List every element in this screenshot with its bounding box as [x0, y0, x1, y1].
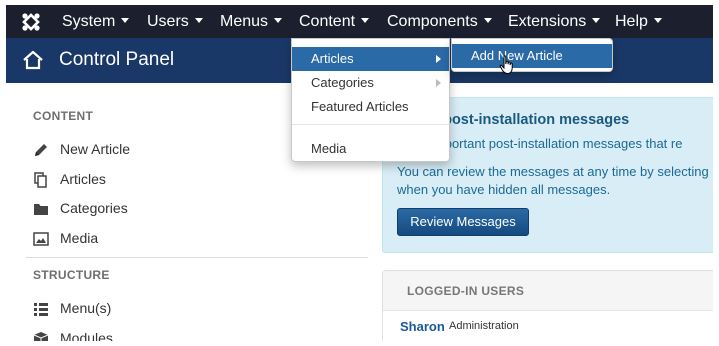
menu-divider	[292, 124, 449, 125]
content-dropdown-menu: Articles Categories Featured Articles Me…	[291, 38, 450, 162]
caret-down-icon	[592, 18, 601, 23]
hand-cursor-icon	[499, 55, 513, 75]
joomla-logo-icon[interactable]	[21, 12, 41, 32]
pencil-icon	[35, 144, 47, 156]
nav-content[interactable]: Content	[290, 5, 379, 38]
panel-header: LOGGED-IN USERS	[383, 271, 713, 311]
caret-down-icon	[653, 18, 662, 23]
caret-down-icon	[194, 18, 203, 23]
menu-item-articles[interactable]: Articles	[292, 47, 449, 71]
list-icon	[34, 303, 48, 316]
nav-menus[interactable]: Menus	[211, 5, 291, 38]
nav-extensions[interactable]: Extensions	[499, 5, 609, 38]
folder-icon	[34, 204, 48, 215]
nav-label: Menus	[220, 13, 269, 30]
alert-title: e post-installation messages	[431, 112, 630, 128]
logged-in-users-panel: LOGGED-IN USERS Sharon Administration	[382, 270, 713, 341]
nav-label: Users	[147, 13, 189, 30]
user-role: Administration	[449, 320, 519, 332]
copy-icon	[34, 172, 47, 188]
nav-label: Extensions	[508, 13, 587, 30]
nav-components[interactable]: Components	[378, 5, 501, 38]
caret-right-icon	[436, 79, 441, 87]
sidebar-divider	[26, 257, 368, 258]
menu-item-label: Featured Articles	[311, 99, 409, 114]
caret-down-icon	[274, 18, 283, 23]
panel-title: LOGGED-IN USERS	[407, 284, 525, 298]
structure-heading: STRUCTURE	[33, 268, 110, 282]
home-icon	[23, 50, 43, 70]
caret-down-icon	[121, 18, 130, 23]
menu-item-media[interactable]: Media	[292, 137, 449, 161]
caret-down-icon	[483, 18, 492, 23]
nav-help[interactable]: Help	[606, 5, 671, 38]
top-navbar: System Users Menus Content Components Ex…	[6, 5, 713, 38]
nav-label: Help	[615, 13, 648, 30]
sidebar-item-label: Menu(s)	[60, 300, 112, 316]
alert-text: when you have hidden all messages.	[397, 182, 611, 197]
nav-system[interactable]: System	[53, 5, 138, 38]
cube-icon	[33, 332, 49, 341]
menu-item-label: Media	[311, 141, 347, 156]
sidebar-item-label: Modules	[60, 330, 113, 341]
menu-item-featured-articles[interactable]: Featured Articles	[292, 95, 449, 119]
menu-item-add-new-article[interactable]: Add New Article	[452, 44, 612, 68]
app-window: System Users Menus Content Components Ex…	[6, 5, 713, 341]
picture-icon	[33, 232, 49, 246]
caret-down-icon	[361, 18, 370, 23]
caret-right-icon	[436, 55, 441, 63]
content-heading: CONTENT	[33, 109, 94, 123]
review-messages-button[interactable]: Review Messages	[397, 208, 529, 236]
sidebar-item-label: Articles	[60, 171, 106, 187]
alert-text: You can review the messages at any time …	[397, 164, 709, 179]
nav-label: Content	[299, 13, 356, 30]
menu-item-label: Add New Article	[471, 48, 563, 63]
sidebar-item-label: New Article	[60, 141, 131, 157]
articles-submenu: Add New Article	[451, 38, 613, 72]
page-title: Control Panel	[59, 49, 175, 70]
sidebar-item-label: Media	[60, 230, 99, 246]
nav-label: System	[62, 13, 116, 30]
alert-text: important post-installation messages tha…	[431, 136, 683, 151]
menu-item-label: Categories	[311, 75, 374, 90]
user-name-link[interactable]: Sharon	[400, 319, 445, 334]
sidebar-item-label: Categories	[60, 200, 128, 216]
nav-label: Components	[387, 13, 478, 30]
menu-item-label: Articles	[311, 51, 354, 66]
menu-item-categories[interactable]: Categories	[292, 71, 449, 95]
nav-users[interactable]: Users	[138, 5, 212, 38]
